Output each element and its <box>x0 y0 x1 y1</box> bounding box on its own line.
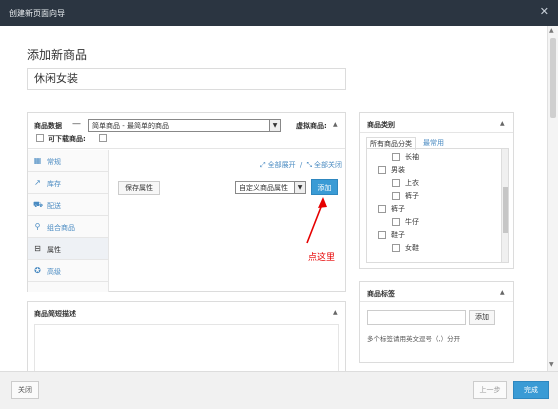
category-label: 裤子 <box>391 205 405 213</box>
category-checkbox[interactable] <box>392 153 400 161</box>
product-tags-panel: 商品标签 ▲ 添加 多个标签请用英文逗号（,）分开 <box>359 281 514 363</box>
category-item[interactable]: 长袖 <box>392 152 419 162</box>
product-categories-panel: 商品类别 ▲ 所有商品分类 最常用 长袖 男装 上衣 裤子 裤子 牛仔 鞋子 女… <box>359 112 514 269</box>
collapse-icon: ⤡ <box>306 161 313 169</box>
expand-icon: ⤢ <box>260 161 266 169</box>
scroll-up-icon[interactable]: ▲ <box>549 27 554 34</box>
product-type-select[interactable]: 简单商品 - 最简单的商品 ▼ <box>88 119 281 132</box>
page-scrollbar[interactable]: ▲ ▼ <box>547 26 558 371</box>
add-attribute-button[interactable]: 添加 <box>311 179 338 195</box>
finish-button[interactable]: 完成 <box>513 381 549 399</box>
categories-label: 商品类别 <box>367 121 395 129</box>
category-checkbox[interactable] <box>392 218 400 226</box>
collapse-caret-icon[interactable]: ▲ <box>333 309 338 316</box>
chevron-down-icon: ▼ <box>294 182 305 193</box>
previous-button[interactable]: 上一步 <box>473 381 507 399</box>
annotation-text: 点这里 <box>308 253 336 263</box>
category-label: 长袖 <box>405 153 419 161</box>
tab-general[interactable]: ▦ 常规 <box>28 150 108 172</box>
close-button[interactable]: 关闭 <box>11 381 39 399</box>
product-data-label: 商品数据 <box>34 122 62 130</box>
truck-icon: ⛟ <box>33 200 44 209</box>
tab-label: 配送 <box>47 202 61 210</box>
category-label: 牛仔 <box>405 218 419 226</box>
tab-label: 库存 <box>47 180 61 188</box>
scrollbar-thumb[interactable] <box>503 187 508 233</box>
category-item[interactable]: 女鞋 <box>392 243 419 253</box>
virtual-label: 虚拟商品: <box>296 122 327 130</box>
category-item[interactable]: 上衣 <box>392 178 419 188</box>
category-label: 男装 <box>391 166 405 174</box>
tab-label: 组合商品 <box>47 224 75 232</box>
save-attributes-button[interactable]: 保存属性 <box>118 181 160 195</box>
category-item[interactable]: 鞋子 <box>378 230 405 240</box>
tab-most-used[interactable]: 最常用 <box>423 138 444 148</box>
link-icon: ⚲ <box>34 222 41 231</box>
close-all-link[interactable]: 全部关闭 <box>314 161 342 169</box>
tab-linked[interactable]: ⚲ 组合商品 <box>28 216 108 238</box>
tab-attributes[interactable]: ⊟ 属性 <box>28 238 108 260</box>
category-checkbox[interactable] <box>392 244 400 252</box>
category-label: 女鞋 <box>405 244 419 252</box>
scroll-down-icon[interactable]: ▼ <box>549 361 554 368</box>
product-data-tabs: ▦ 常规 ↗ 库存 ⛟ 配送 ⚲ 组合商品 ⊟ 属性 ✪ 高级 <box>28 150 109 292</box>
downloadable-checkbox[interactable] <box>99 134 107 142</box>
category-item[interactable]: 牛仔 <box>392 217 419 227</box>
tab-shipping[interactable]: ⛟ 配送 <box>28 194 108 216</box>
product-data-header: 商品数据 — 简单商品 - 最简单的商品 ▼ 虚拟商品: ▲ 可下载商品: <box>28 113 345 149</box>
expand-collapse-links: ⤢ 全部展开 / ⤡ 全部关闭 <box>258 160 342 170</box>
page-title: 添加新商品 <box>27 48 88 62</box>
category-item[interactable]: 裤子 <box>392 191 419 201</box>
collapse-caret-icon[interactable]: ▲ <box>500 289 505 296</box>
divider <box>360 132 513 133</box>
category-checkbox[interactable] <box>378 205 386 213</box>
window-titlebar: 创建新页面向导 ✕ <box>0 0 558 26</box>
collapse-caret-icon[interactable]: ▲ <box>500 120 505 127</box>
tag-input[interactable] <box>367 310 466 325</box>
divider <box>360 301 513 302</box>
collapse-caret-icon[interactable]: ▲ <box>333 121 338 128</box>
tab-advanced[interactable]: ✪ 高级 <box>28 260 108 282</box>
chevron-down-icon: ▼ <box>269 120 280 131</box>
category-checkbox[interactable] <box>392 179 400 187</box>
product-data-panel: 商品数据 — 简单商品 - 最简单的商品 ▼ 虚拟商品: ▲ 可下载商品: ▦ … <box>27 112 346 292</box>
product-title-input[interactable]: 休闲女装 <box>27 68 346 90</box>
short-description-panel: 商品简短描述 ▲ <box>27 301 346 381</box>
attribute-type-value: 自定义商品属性 <box>239 184 288 192</box>
tab-inventory[interactable]: ↗ 库存 <box>28 172 108 194</box>
category-item[interactable]: 男装 <box>378 165 405 175</box>
category-scrollbar[interactable] <box>501 149 508 262</box>
tab-label: 高级 <box>47 268 61 276</box>
category-label: 鞋子 <box>391 231 405 239</box>
tab-label: 属性 <box>47 246 61 254</box>
tag-hint: 多个标签请用英文逗号（,）分开 <box>367 335 461 343</box>
category-item[interactable]: 裤子 <box>378 204 405 214</box>
category-checklist: 长袖 男装 上衣 裤子 裤子 牛仔 鞋子 女鞋 <box>366 148 509 263</box>
gear-icon: ✪ <box>34 266 41 275</box>
list-icon: ⊟ <box>34 244 41 253</box>
tags-label: 商品标签 <box>367 290 395 298</box>
product-type-value: 简单商品 - 最简单的商品 <box>92 122 169 130</box>
category-checkbox[interactable] <box>392 192 400 200</box>
scrollbar-thumb[interactable] <box>550 38 556 118</box>
downloadable-label: 可下载商品: <box>48 135 86 143</box>
add-tag-button[interactable]: 添加 <box>469 310 495 325</box>
wizard-footer: 关闭 上一步 完成 <box>0 371 558 409</box>
category-label: 裤子 <box>405 192 419 200</box>
category-checkbox[interactable] <box>378 166 386 174</box>
category-checkbox[interactable] <box>378 231 386 239</box>
tab-label: 常规 <box>47 158 61 166</box>
expand-all-link[interactable]: 全部展开 <box>268 161 296 169</box>
category-label: 上衣 <box>405 179 419 187</box>
link-separator: / <box>299 161 303 169</box>
window-title: 创建新页面向导 <box>9 9 65 18</box>
short-description-label: 商品简短描述 <box>34 310 76 318</box>
close-icon[interactable]: ✕ <box>540 6 549 17</box>
attribute-type-select[interactable]: 自定义商品属性 ▼ <box>235 181 306 194</box>
downloadable-checkbox-pre[interactable] <box>36 134 44 142</box>
chart-icon: ↗ <box>34 178 41 187</box>
product-data-dash: — <box>72 119 81 129</box>
grid-icon: ▦ <box>33 156 42 165</box>
